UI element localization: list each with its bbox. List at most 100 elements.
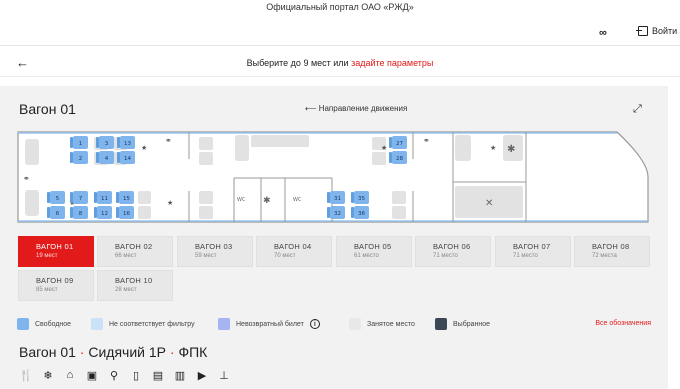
seat-5[interactable]: 5	[47, 191, 65, 204]
car-tab[interactable]: ВАГОН 09 85 мест	[18, 270, 94, 301]
car-scheme: ★ ★ ★ ★ ★ ⚭ ⚭ ⚭ ✱ ✱ ✕ WC WC 1 2 3 4 13 14 27 28…	[17, 131, 649, 223]
car-tab[interactable]: ВАГОН 08 72 места	[574, 236, 650, 267]
press-icon: ▥	[174, 369, 186, 382]
car-tab-seats: 85 мест	[36, 287, 58, 293]
legend-label: Не соответствует фильтру	[109, 320, 195, 328]
svg-text:★: ★	[490, 144, 496, 152]
svg-text:✱: ✱	[507, 144, 515, 155]
portal-title: Официальный портал ОАО «РЖД»	[266, 2, 414, 12]
car-tab[interactable]: ВАГОН 05 61 место	[336, 236, 412, 267]
subtitle-separator: ·	[79, 344, 85, 360]
svg-text:5: 5	[56, 196, 60, 202]
svg-text:1: 1	[79, 141, 83, 147]
car-title: Вагон 01	[19, 101, 76, 117]
wc-label: WC	[293, 197, 302, 203]
car-tab-seats: 70 мест	[274, 253, 296, 259]
legend-item: Выбранное	[435, 318, 490, 330]
set-parameters-link[interactable]: задайте параметры	[351, 58, 433, 68]
hygiene-icon: ⚲	[109, 369, 119, 382]
subtitle-car: Вагон 01	[19, 344, 76, 360]
seat-15[interactable]: 15	[116, 191, 134, 204]
car-subtitle: Вагон 01 · Сидячий 1Р · ФПК	[19, 344, 207, 360]
seat-11[interactable]: 11	[94, 191, 112, 204]
car-tab-name: ВАГОН 06	[433, 242, 471, 251]
svg-text:27: 27	[396, 141, 403, 147]
svg-text:★: ★	[381, 144, 387, 152]
seat-28[interactable]: 28	[389, 151, 407, 164]
info-icon[interactable]: i	[309, 319, 320, 329]
svg-text:28: 28	[396, 156, 403, 162]
legend-swatch	[349, 318, 361, 330]
seat-27[interactable]: 27	[389, 136, 407, 149]
login-label: Войти	[652, 26, 678, 36]
car-tab-seats: 71 место	[513, 253, 538, 259]
svg-text:35: 35	[358, 196, 365, 202]
svg-text:4: 4	[105, 156, 109, 162]
car-tab-seats: 72 места	[592, 253, 617, 259]
seat-13[interactable]: 13	[117, 136, 135, 149]
car-tab[interactable]: ВАГОН 06 71 место	[415, 236, 491, 267]
svg-text:32: 32	[334, 211, 341, 217]
seat-12[interactable]: 12	[94, 206, 112, 219]
wc-icon: ⌂	[66, 369, 74, 381]
legend-swatch	[17, 318, 29, 330]
expand-icon[interactable]: ⤢	[633, 103, 642, 116]
svg-text:3: 3	[105, 141, 109, 147]
photo-icon: ▣	[86, 369, 98, 382]
svg-text:6: 6	[56, 211, 60, 217]
svg-text:36: 36	[358, 211, 365, 217]
car-tab-seats: 28 мест	[115, 287, 137, 293]
seat-4[interactable]: 4	[96, 151, 114, 164]
top-header: Официальный портал ОАО «РЖД» ∞ Войти	[0, 0, 680, 46]
car-tab-seats: 61 место	[354, 253, 379, 259]
car-tab[interactable]: ВАГОН 07 71 место	[495, 236, 571, 267]
seat-7[interactable]: 7	[70, 191, 88, 204]
legend-swatch	[91, 318, 103, 330]
car-tab-seats: 71 место	[433, 253, 458, 259]
seat-14[interactable]: 14	[117, 151, 135, 164]
seat-2[interactable]: 2	[70, 151, 88, 164]
wc-label: WC	[237, 197, 246, 203]
svg-text:14: 14	[124, 156, 131, 162]
direction-label: Направление движения	[318, 104, 408, 113]
legend-item: Свободное	[17, 318, 71, 330]
svg-text:⚭: ⚭	[165, 136, 172, 145]
svg-text:⚭: ⚭	[23, 174, 30, 183]
legend-label: Занятое место	[367, 320, 415, 328]
subtitle-class: Сидячий 1Р	[88, 344, 166, 360]
car-tab-seats: 66 мест	[115, 253, 137, 259]
car-tab-name: ВАГОН 02	[115, 242, 153, 251]
subtitle-separator: ·	[169, 344, 175, 360]
direction-indicator: ⟵ Направление движения	[305, 104, 407, 113]
seat-32[interactable]: 32	[327, 206, 345, 219]
svg-text:2: 2	[79, 156, 83, 162]
seat-6[interactable]: 6	[47, 206, 65, 219]
car-tab[interactable]: ВАГОН 10 28 мест	[97, 270, 173, 301]
car-tab-name: ВАГОН 05	[354, 242, 392, 251]
seat-8[interactable]: 8	[70, 206, 88, 219]
seat-36[interactable]: 36	[351, 206, 369, 219]
all-legend-link[interactable]: Все обозначения	[595, 320, 651, 327]
svg-text:12: 12	[101, 211, 108, 217]
seat-3[interactable]: 3	[96, 136, 114, 149]
legend-label: Выбранное	[453, 320, 491, 328]
seat-35[interactable]: 35	[351, 191, 369, 204]
legend-item: Невозвратный билет i	[218, 318, 320, 330]
amenities-row: 🍴 ❄ ⌂ ▣ ⚲ ▯ ▤ ▥ ▶ ⊥	[19, 368, 231, 384]
glasses-icon[interactable]: ∞	[599, 27, 607, 39]
service-icon: ⊥	[219, 369, 229, 382]
car-tab[interactable]: ВАГОН 02 66 мест	[97, 236, 173, 267]
seat-1[interactable]: 1	[70, 136, 88, 149]
car-tab[interactable]: ВАГОН 01 19 мест	[18, 236, 94, 267]
legend-item: Не соответствует фильтру	[91, 318, 195, 330]
seat-16[interactable]: 16	[116, 206, 134, 219]
car-tab[interactable]: ВАГОН 03 59 мест	[177, 236, 253, 267]
svg-text:31: 31	[334, 196, 341, 202]
svg-text:★: ★	[141, 144, 147, 152]
seat-31[interactable]: 31	[327, 191, 345, 204]
svg-text:8: 8	[79, 211, 83, 217]
car-tab[interactable]: ВАГОН 04 70 мест	[256, 236, 332, 267]
login-button[interactable]: Войти	[636, 26, 678, 36]
svg-text:✱: ✱	[263, 196, 271, 206]
legend: Свободное Не соответствует фильтру Невозвр…	[17, 318, 651, 332]
